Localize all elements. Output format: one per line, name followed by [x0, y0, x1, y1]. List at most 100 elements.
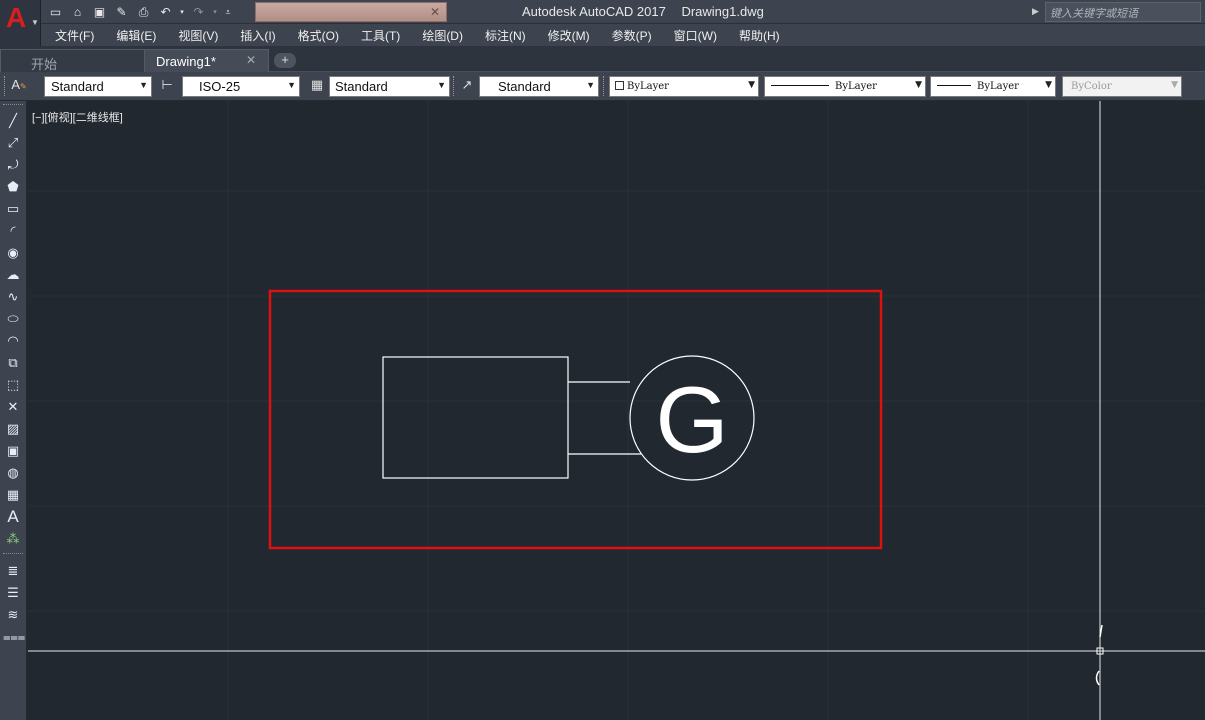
chevron-down-icon: ▼ — [437, 80, 446, 90]
multiline-text-icon[interactable]: A — [3, 507, 23, 527]
save-icon[interactable]: ▣ — [90, 4, 109, 21]
revision-cloud-icon[interactable]: ☁ — [3, 265, 23, 285]
arc-icon[interactable]: ◜ — [3, 221, 23, 241]
customize-icon[interactable]: ⩡ — [222, 4, 234, 21]
text-style-icon[interactable]: A✎ — [9, 77, 29, 96]
multileader-style-dropdown[interactable]: Standard ▼ — [479, 76, 599, 97]
toolbar-grip[interactable] — [603, 76, 606, 96]
polygon-icon[interactable]: ⬟ — [3, 177, 23, 197]
menu-window[interactable]: 窗口(W) — [674, 27, 717, 44]
menu-edit[interactable]: 编辑(E) — [116, 27, 156, 44]
layer-properties-icon[interactable]: ≣ — [3, 561, 23, 581]
menu-help[interactable]: 帮助(H) — [739, 27, 780, 44]
multileader-style-value: Standard — [498, 79, 551, 94]
line-icon[interactable]: ╱ — [3, 111, 23, 131]
app-name: Autodesk AutoCAD 2017 — [522, 4, 666, 19]
new-icon[interactable]: ▭ — [46, 4, 65, 21]
save-as-icon[interactable]: ✎ — [112, 4, 131, 21]
text-style-dropdown[interactable]: Standard ▼ — [44, 76, 152, 97]
table-style-icon[interactable]: ▦ — [307, 77, 327, 96]
layer-walk-icon[interactable]: ⩶ — [3, 627, 25, 647]
menu-view[interactable]: 视图(V) — [178, 27, 218, 44]
menu-draw[interactable]: 绘图(D) — [422, 27, 463, 44]
undo-icon[interactable]: ↶ — [156, 4, 175, 21]
hatch-icon[interactable]: ▨ — [3, 419, 23, 439]
construction-line-icon[interactable]: ⤢ — [3, 133, 23, 153]
make-block-icon[interactable]: ⬚ — [3, 375, 23, 395]
grid-lines — [28, 101, 1205, 720]
tab-start[interactable]: 开始 — [0, 49, 145, 72]
search-expand-icon[interactable]: ▶ — [1032, 3, 1044, 21]
menu-parametric[interactable]: 参数(P) — [612, 27, 652, 44]
menu-format[interactable]: 格式(O) — [298, 27, 339, 44]
tab-drawing1[interactable]: Drawing1* ✕ — [144, 49, 269, 72]
plot-style-dropdown: ByColor ▼ — [1062, 76, 1182, 97]
multileader-style-icon[interactable]: ↗ — [457, 77, 477, 96]
layer-isolate-icon[interactable]: ≋ — [3, 605, 23, 625]
table-icon[interactable]: ▦ — [3, 485, 23, 505]
chevron-down-icon: ▼ — [586, 80, 595, 90]
circle-icon[interactable]: ◉ — [3, 243, 23, 263]
chevron-down-icon: ▼ — [1171, 80, 1178, 90]
highlight-box — [268, 289, 883, 550]
add-selected-icon[interactable]: ⁂ — [3, 529, 23, 549]
menu-modify[interactable]: 修改(M) — [548, 27, 590, 44]
dimension-style-dropdown[interactable]: ISO-25 ▼ — [182, 76, 300, 97]
document-tabs: 开始 Drawing1* ✕ + — [0, 46, 1205, 72]
autocad-window: ▭ ⌂ ▣ ✎ ⎙ ↶ ▾ ↷ ▾ ⩡ ✕ Autodesk AutoCAD 2… — [0, 0, 1205, 720]
open-icon[interactable]: ⌂ — [68, 4, 87, 21]
layer-states-icon[interactable]: ☰ — [3, 583, 23, 603]
close-icon[interactable]: ✕ — [430, 5, 440, 19]
table-style-value: Standard — [335, 79, 388, 94]
insert-block-icon[interactable]: ⧉ — [3, 353, 23, 373]
styles-toolbar: A✎ Standard ▼ ⊢ ISO-25 ▼ ▦ Standard ▼ ↗ … — [0, 72, 1205, 101]
window-title: Autodesk AutoCAD 2017 Drawing1.dwg — [522, 4, 776, 19]
motor-rectangle[interactable] — [382, 356, 569, 479]
dimension-style-icon[interactable]: ⊢ — [157, 77, 177, 96]
drawing-area[interactable]: [−][俯视][二维线框] G — [28, 101, 1205, 720]
lineweight-dropdown[interactable]: ByLayer ▼ — [930, 76, 1056, 97]
new-tab-button[interactable]: + — [274, 53, 296, 68]
point-icon[interactable]: ✕ — [3, 397, 23, 417]
menu-file[interactable]: 文件(F) — [55, 27, 94, 44]
ellipse-arc-icon[interactable]: ◠ — [3, 331, 23, 351]
linetype-dropdown[interactable]: ByLayer ▼ — [764, 76, 926, 97]
chevron-down-icon: ▼ — [31, 18, 39, 27]
menu-dimension[interactable]: 标注(N) — [485, 27, 526, 44]
gradient-icon[interactable]: ▣ — [3, 441, 23, 461]
redo-dropdown-icon[interactable]: ▾ — [211, 4, 219, 21]
application-menu-button[interactable]: A ▼ — [0, 0, 41, 46]
rectangle-icon[interactable]: ▭ — [3, 199, 23, 219]
title-tab-strip[interactable]: ✕ — [255, 2, 447, 22]
close-tab-icon[interactable]: ✕ — [246, 53, 256, 67]
undo-dropdown-icon[interactable]: ▾ — [178, 4, 186, 21]
drawing-canvas[interactable]: G — [28, 101, 1205, 720]
generator-letter[interactable]: G — [655, 367, 728, 472]
print-icon[interactable]: ⎙ — [134, 4, 153, 21]
color-dropdown[interactable]: ByLayer ▼ — [609, 76, 759, 97]
chevron-down-icon: ▼ — [139, 80, 148, 90]
toolbar-grip[interactable] — [3, 553, 23, 554]
chevron-down-icon: ▼ — [1045, 80, 1052, 90]
menu-tools[interactable]: 工具(T) — [361, 27, 400, 44]
menu-insert[interactable]: 插入(I) — [240, 27, 275, 44]
tab-drawing1-label: Drawing1* — [156, 54, 216, 69]
toolbar-grip[interactable] — [453, 76, 456, 96]
toolbar-grip[interactable] — [4, 76, 7, 96]
region-icon[interactable]: ◍ — [3, 463, 23, 483]
toolbar-grip[interactable] — [3, 104, 23, 105]
redo-icon[interactable]: ↷ — [189, 4, 208, 21]
polyline-icon[interactable]: ⤾ — [3, 155, 23, 175]
color-swatch — [615, 81, 624, 90]
search-input[interactable]: 键入关键字或短语 — [1045, 2, 1201, 22]
table-style-dropdown[interactable]: Standard ▼ — [329, 76, 450, 97]
dimension-style-value: ISO-25 — [199, 79, 241, 94]
ellipse-icon[interactable]: ⬭ — [3, 309, 23, 329]
file-name: Drawing1.dwg — [681, 4, 764, 19]
title-bar: ▭ ⌂ ▣ ✎ ⎙ ↶ ▾ ↷ ▾ ⩡ ✕ Autodesk AutoCAD 2… — [0, 0, 1205, 24]
autocad-logo-icon: A — [6, 2, 27, 33]
spline-icon[interactable]: ∿ — [3, 287, 23, 307]
chevron-down-icon: ▼ — [287, 80, 296, 90]
color-value: ByLayer — [627, 81, 669, 92]
lineweight-value: ByLayer — [977, 81, 1019, 92]
